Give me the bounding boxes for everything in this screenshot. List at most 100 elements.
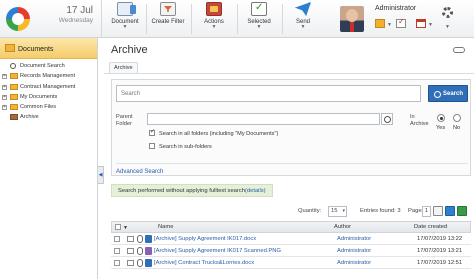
row-checkbox[interactable] bbox=[114, 236, 120, 242]
calendar-icon[interactable] bbox=[416, 19, 426, 28]
document-name-link[interactable]: [Archive] Supply Agreement IK017.docx bbox=[154, 236, 256, 242]
properties-icon[interactable] bbox=[127, 236, 134, 242]
chevron-down-icon[interactable]: ▼ bbox=[387, 22, 392, 28]
row-checkbox[interactable] bbox=[114, 260, 120, 266]
sidebar-item-records-management[interactable]: + Records Management bbox=[0, 71, 97, 81]
row-checkbox[interactable] bbox=[114, 248, 120, 254]
send-button[interactable]: Send ▼ bbox=[291, 2, 315, 36]
date-created: 17/07/2019 13:22 bbox=[417, 236, 463, 242]
print-icon[interactable] bbox=[433, 206, 443, 216]
date-display: 17 Jul Wednesday bbox=[36, 0, 102, 38]
in-archive-no-radio[interactable] bbox=[453, 114, 461, 122]
user-name[interactable]: Administrator bbox=[375, 5, 416, 12]
no-label: No bbox=[453, 125, 461, 131]
author-link[interactable]: Administrator bbox=[337, 260, 371, 266]
search-sub-folders-option[interactable]: Search in sub-folders bbox=[149, 143, 212, 150]
sidebar-item-common-files[interactable]: + Common Files bbox=[0, 102, 97, 112]
sidebar-title: Documents bbox=[18, 46, 54, 53]
sidebar-item-contract-management[interactable]: + Contract Management bbox=[0, 82, 97, 92]
chevron-down-icon[interactable]: ▼ bbox=[123, 225, 128, 231]
folder-icon bbox=[10, 73, 18, 80]
expand-icon[interactable]: + bbox=[2, 105, 7, 111]
chevron-down-icon: ▼ bbox=[256, 24, 262, 30]
toolbox-icon bbox=[206, 2, 222, 16]
link-icon[interactable] bbox=[453, 47, 465, 53]
advanced-search-link[interactable]: Advanced Search bbox=[116, 163, 468, 176]
export-word-icon[interactable] bbox=[445, 206, 455, 216]
table-row[interactable]: [Archive] Contract Trucks&Lorries.docx A… bbox=[111, 257, 471, 269]
app-logo[interactable] bbox=[6, 7, 30, 31]
sidebar-item-label: My Documents bbox=[20, 93, 58, 100]
export-excel-icon[interactable] bbox=[457, 206, 467, 216]
quantity-select[interactable]: 15 bbox=[328, 206, 347, 217]
date-created: 17/07/2019 13:21 bbox=[417, 248, 463, 254]
filter-icon bbox=[160, 2, 176, 16]
sidebar-item-my-documents[interactable]: + My Documents bbox=[0, 92, 97, 102]
sidebar-item-archive[interactable]: Archive bbox=[0, 112, 97, 122]
column-date[interactable]: Date created bbox=[414, 224, 447, 230]
date-weekday: Wednesday bbox=[58, 17, 93, 24]
paperclip-icon[interactable] bbox=[137, 259, 143, 267]
expand-icon[interactable]: + bbox=[2, 74, 7, 80]
gear-icon[interactable] bbox=[442, 7, 453, 18]
entries-found: Entries found: 3 bbox=[360, 208, 401, 214]
author-link[interactable]: Administrator bbox=[337, 248, 371, 254]
top-toolbar: 17 Jul Wednesday Document ▼ Create Filte… bbox=[0, 0, 474, 38]
page-number[interactable]: 1 bbox=[422, 206, 431, 217]
sidebar-item-label: Archive bbox=[20, 114, 39, 121]
in-archive-yes-radio[interactable] bbox=[437, 114, 445, 122]
chevron-down-icon[interactable]: ▼ bbox=[428, 22, 433, 28]
properties-icon[interactable] bbox=[127, 248, 134, 254]
search-icon[interactable] bbox=[381, 113, 393, 125]
details-link[interactable]: (details) bbox=[245, 188, 266, 194]
status-notice: Search performed without applying fullte… bbox=[111, 184, 273, 197]
search-icon bbox=[10, 63, 16, 69]
column-author[interactable]: Author bbox=[334, 224, 351, 230]
document-name-link[interactable]: [Archive] Supply Agreement IK017 Scanned… bbox=[154, 248, 281, 254]
expand-icon[interactable]: + bbox=[2, 84, 7, 90]
selected-button[interactable]: Selected ▼ bbox=[245, 2, 273, 36]
sidebar-item-label: Document Search bbox=[20, 63, 65, 69]
paperclip-icon[interactable] bbox=[137, 247, 143, 255]
column-name[interactable]: Name bbox=[158, 224, 173, 230]
quantity-label: Quantity: bbox=[298, 208, 322, 214]
in-archive-label: In Archive bbox=[410, 114, 429, 127]
parent-folder-field[interactable] bbox=[147, 113, 380, 125]
chevron-down-icon: ▼ bbox=[300, 24, 306, 30]
chevron-down-icon: ▼ bbox=[211, 24, 217, 30]
sidebar-item-label: Contract Management bbox=[20, 83, 76, 90]
chevron-down-icon[interactable]: ▼ bbox=[445, 24, 450, 30]
document-name-link[interactable]: [Archive] Contract Trucks&Lorries.docx bbox=[154, 260, 254, 266]
search-all-folders-option[interactable]: Search in all folders (including "My Doc… bbox=[149, 128, 279, 137]
sidebar-item-document-search[interactable]: Document Search bbox=[0, 61, 97, 71]
documents-table: ▼ Name Author Date created [Archive] Sup… bbox=[111, 221, 471, 269]
folder-tree: Document Search + Records Management + C… bbox=[0, 59, 97, 123]
expand-icon[interactable]: + bbox=[2, 94, 7, 100]
notice-text: Search performed without applying fullte… bbox=[118, 188, 245, 194]
tasks-icon[interactable] bbox=[396, 17, 406, 28]
option-label: Search in all folders (including "My Doc… bbox=[159, 131, 279, 137]
search-button[interactable]: Search bbox=[428, 85, 468, 102]
author-link[interactable]: Administrator bbox=[337, 236, 371, 242]
checkbox[interactable] bbox=[149, 143, 155, 149]
yes-label: Yes bbox=[436, 125, 446, 131]
search-input[interactable]: Search bbox=[116, 85, 421, 102]
table-row[interactable]: [Archive] Supply Agreement IK017 Scanned… bbox=[111, 245, 471, 257]
parent-folder-label: Parent Folder bbox=[116, 114, 133, 127]
create-filter-button[interactable]: Create Filter bbox=[150, 2, 186, 36]
sidebar-item-label: Records Management bbox=[20, 73, 76, 80]
mail-icon[interactable] bbox=[375, 19, 385, 28]
option-label: Search in sub-folders bbox=[159, 144, 212, 150]
word-file-icon bbox=[145, 259, 152, 267]
properties-icon[interactable] bbox=[127, 260, 134, 266]
table-row[interactable]: [Archive] Supply Agreement IK017.docx Ad… bbox=[111, 233, 471, 245]
date-day: 17 Jul bbox=[66, 5, 93, 16]
actions-button[interactable]: Actions ▼ bbox=[200, 2, 228, 36]
checkbox[interactable] bbox=[149, 128, 155, 136]
checkmark-icon bbox=[251, 2, 267, 16]
document-button[interactable]: Document ▼ bbox=[108, 2, 142, 36]
select-all-checkbox[interactable] bbox=[115, 224, 121, 230]
avatar[interactable] bbox=[340, 6, 364, 32]
sidebar-header[interactable]: Documents bbox=[0, 38, 97, 59]
paperclip-icon[interactable] bbox=[137, 235, 143, 243]
